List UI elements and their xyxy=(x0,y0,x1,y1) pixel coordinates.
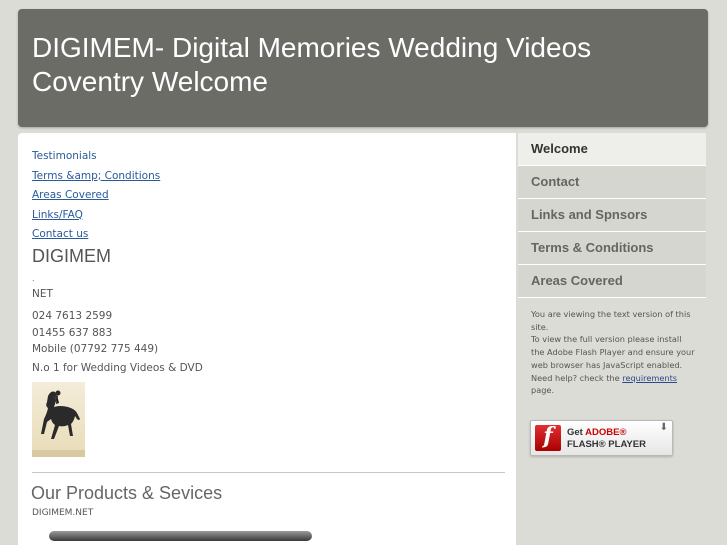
horse-rider-photo xyxy=(32,382,85,457)
site-header: DIGIMEM- Digital Memories Wedding Videos… xyxy=(18,9,708,127)
link-terms[interactable]: Terms &amp; Conditions xyxy=(32,167,160,187)
nav-areas-covered[interactable]: Areas Covered xyxy=(518,265,706,298)
flash-notice-line1: You are viewing the text version of this… xyxy=(531,309,691,332)
nav-welcome[interactable]: Welcome xyxy=(518,133,706,166)
download-arrow-icon: ⬇ xyxy=(659,422,668,433)
get-flash-player-button[interactable]: f Get ADOBE® FLASH® PLAYER ⬇ xyxy=(530,420,673,456)
phone-2: 01455 637 883 xyxy=(32,326,113,339)
section-divider xyxy=(32,472,505,473)
phone-mobile: Mobile (07792 775 449) xyxy=(32,343,159,355)
tagline: N.o 1 for Wedding Videos & DVD xyxy=(32,362,203,374)
sidebar: Welcome Contact Links and Spnsors Terms … xyxy=(518,133,706,397)
get-text: Get xyxy=(567,427,583,438)
link-contact-us[interactable]: Contact us xyxy=(32,225,160,245)
top-links: Testimonials Terms &amp; Conditions Area… xyxy=(32,147,160,245)
brand-name: DIGIMEM xyxy=(32,246,111,266)
nav-links-sponsors[interactable]: Links and Spnsors xyxy=(518,199,706,232)
get-adobe-text: Get ADOBE® xyxy=(567,427,626,438)
brand-dot: . xyxy=(32,274,35,283)
flash-notice-line2: To view the full version please install … xyxy=(531,334,695,370)
phone-1: 024 7613 2599 xyxy=(32,310,113,322)
flash-player-text: FLASH® PLAYER xyxy=(567,439,646,450)
adobe-text: ADOBE® xyxy=(585,427,627,438)
flash-notice-line3: Need help? check the requirements page. xyxy=(531,372,696,397)
flash-notice-page: page. xyxy=(531,385,555,396)
nav-contact[interactable]: Contact xyxy=(518,166,706,199)
link-areas-covered[interactable]: Areas Covered xyxy=(32,186,160,206)
dark-bar xyxy=(49,531,312,541)
main-content: Testimonials Terms &amp; Conditions Area… xyxy=(18,133,516,545)
brand-net: NET xyxy=(32,288,53,300)
flash-logo-letter: f xyxy=(543,423,553,449)
requirements-link[interactable]: requirements xyxy=(622,373,677,383)
site-title: DIGIMEM- Digital Memories Wedding Videos… xyxy=(32,32,592,97)
flash-notice: You are viewing the text version of this… xyxy=(518,298,706,397)
products-subtext: DIGIMEM.NET xyxy=(32,508,94,518)
link-faq[interactable]: Links/FAQ xyxy=(32,206,160,226)
flash-logo-icon: f xyxy=(535,423,561,451)
nav-terms[interactable]: Terms & Conditions xyxy=(518,232,706,265)
products-heading: Our Products & Sevices xyxy=(31,483,223,503)
link-testimonials[interactable]: Testimonials xyxy=(32,147,160,167)
phone-list: 024 7613 2599 01455 637 883 Mobile (0779… xyxy=(32,308,158,358)
flash-notice-help: Need help? check the xyxy=(531,372,623,383)
